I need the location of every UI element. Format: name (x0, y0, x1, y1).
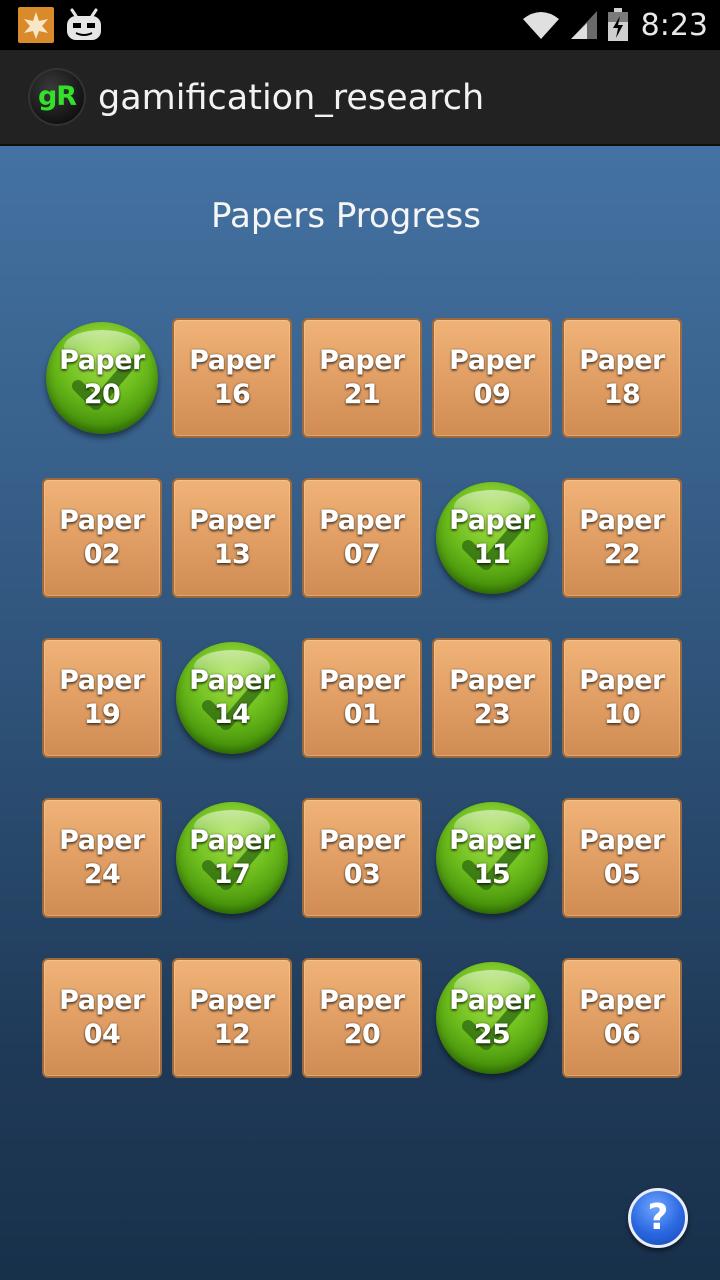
paper-label: Paper (449, 505, 535, 536)
paper-tile[interactable]: Paper 23 (432, 638, 552, 758)
paper-label: Paper (319, 345, 405, 376)
paper-tile-completed[interactable]: Paper 14 (172, 638, 292, 758)
paper-number: 23 (473, 699, 511, 730)
paper-number: 14 (213, 699, 251, 730)
paper-label: Paper (579, 345, 665, 376)
paper-label: Paper (449, 825, 535, 856)
paper-number: 24 (83, 859, 121, 890)
paper-tile[interactable]: Paper 09 (432, 318, 552, 438)
paper-tile[interactable]: Paper 24 (42, 798, 162, 918)
paper-tile[interactable]: Paper 05 (562, 798, 682, 918)
help-button[interactable]: ? (628, 1188, 688, 1248)
paper-tile[interactable]: Paper 21 (302, 318, 422, 438)
paper-tile[interactable]: Paper 04 (42, 958, 162, 1078)
paper-number: 16 (213, 379, 251, 410)
paper-label: Paper (449, 665, 535, 696)
page-title: Papers Progress (211, 196, 481, 236)
paper-number: 10 (603, 699, 641, 730)
paper-tile[interactable]: Paper 01 (302, 638, 422, 758)
paper-number: 03 (343, 859, 381, 890)
paper-tile[interactable]: Paper 20 (302, 958, 422, 1078)
paper-number: 13 (213, 539, 251, 570)
paper-tile-completed[interactable]: Paper 20 (42, 318, 162, 438)
paper-label: Paper (59, 345, 145, 376)
paper-tile-completed[interactable]: Paper 25 (432, 958, 552, 1078)
paper-label: Paper (319, 665, 405, 696)
notification-star-icon (18, 7, 54, 43)
paper-tile[interactable]: Paper 12 (172, 958, 292, 1078)
paper-label: Paper (189, 825, 275, 856)
status-bar: 8:23 (0, 0, 720, 50)
paper-number: 15 (473, 859, 511, 890)
wifi-icon (522, 12, 559, 39)
paper-number: 21 (343, 379, 381, 410)
paper-tile-completed[interactable]: Paper 11 (432, 478, 552, 598)
signal-icon (570, 11, 597, 39)
paper-number: 05 (603, 859, 641, 890)
paper-label: Paper (319, 505, 405, 536)
paper-number: 19 (83, 699, 121, 730)
papers-progress-screen: Papers Progress Paper 20 Paper 16 Paper 21 Pap… (0, 146, 720, 1280)
paper-number: 18 (603, 379, 641, 410)
paper-label: Paper (189, 985, 275, 1016)
paper-label: Paper (449, 345, 535, 376)
paper-label: Paper (189, 665, 275, 696)
paper-tile[interactable]: Paper 18 (562, 318, 682, 438)
paper-number: 17 (213, 859, 251, 890)
paper-tile[interactable]: Paper 07 (302, 478, 422, 598)
paper-label: Paper (579, 505, 665, 536)
paper-label: Paper (189, 505, 275, 536)
paper-tile[interactable]: Paper 03 (302, 798, 422, 918)
paper-number: 25 (473, 1019, 511, 1050)
paper-tile[interactable]: Paper 19 (42, 638, 162, 758)
action-bar: gR gamification_research (0, 50, 720, 146)
paper-number: 12 (213, 1019, 251, 1050)
paper-label: Paper (319, 825, 405, 856)
paper-label: Paper (189, 345, 275, 376)
paper-tile[interactable]: Paper 10 (562, 638, 682, 758)
paper-label: Paper (449, 985, 535, 1016)
paper-tile[interactable]: Paper 16 (172, 318, 292, 438)
paper-label: Paper (59, 985, 145, 1016)
paper-number: 22 (603, 539, 641, 570)
paper-label: Paper (59, 505, 145, 536)
app-title: gamification_research (98, 78, 485, 118)
paper-tile-completed[interactable]: Paper 15 (432, 798, 552, 918)
paper-number: 20 (343, 1019, 381, 1050)
paper-label: Paper (319, 985, 405, 1016)
battery-charging-icon (607, 8, 628, 41)
paper-number: 04 (83, 1019, 121, 1050)
paper-label: Paper (59, 825, 145, 856)
paper-label: Paper (579, 985, 665, 1016)
paper-number: 11 (473, 539, 511, 570)
app-logo[interactable]: gR (28, 68, 86, 126)
paper-number: 20 (83, 379, 121, 410)
paper-number: 07 (343, 539, 381, 570)
paper-number: 09 (473, 379, 511, 410)
paper-number: 01 (343, 699, 381, 730)
paper-label: Paper (59, 665, 145, 696)
android-robot-icon (64, 6, 104, 44)
status-clock: 8:23 (640, 7, 708, 43)
paper-number: 02 (83, 539, 121, 570)
paper-tile[interactable]: Paper 13 (172, 478, 292, 598)
paper-label: Paper (579, 825, 665, 856)
paper-tile[interactable]: Paper 06 (562, 958, 682, 1078)
paper-tile[interactable]: Paper 02 (42, 478, 162, 598)
paper-tile[interactable]: Paper 22 (562, 478, 682, 598)
paper-label: Paper (579, 665, 665, 696)
paper-number: 06 (603, 1019, 641, 1050)
paper-tile-completed[interactable]: Paper 17 (172, 798, 292, 918)
